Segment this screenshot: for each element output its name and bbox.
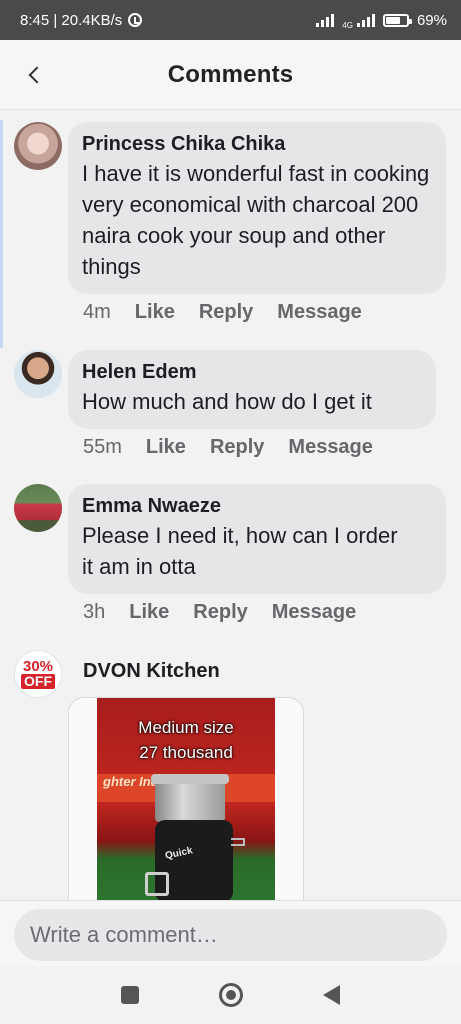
comment-composer-bar: Write a comment… xyxy=(0,900,461,966)
comment-bubble[interactable]: Helen Edem How much and how do I get it xyxy=(68,350,436,429)
avatar[interactable] xyxy=(14,484,62,532)
avatar[interactable] xyxy=(14,122,62,170)
reply-button[interactable]: Reply xyxy=(210,436,264,459)
battery-fill xyxy=(385,16,400,24)
avatar[interactable]: 30% OFF xyxy=(14,650,62,698)
comment-text: How much and how do I get it xyxy=(82,389,372,414)
status-right: 4G 69% xyxy=(316,10,447,30)
pot-shape xyxy=(155,780,225,822)
comment-text: I have it is wonderful fast in cooking v… xyxy=(82,161,430,279)
comment-time: 55m xyxy=(83,436,122,458)
comment-time: 3h xyxy=(83,601,106,623)
pot-lid-shape xyxy=(151,774,229,784)
message-button[interactable]: Message xyxy=(288,436,373,459)
page-title: Comments xyxy=(167,60,294,88)
comment-actions: 55m Like Reply Message xyxy=(83,436,373,459)
like-button[interactable]: Like xyxy=(135,301,175,324)
back-icon[interactable] xyxy=(323,985,340,1005)
comment-author[interactable]: Helen Edem xyxy=(82,360,422,384)
comment-time: 4m xyxy=(83,301,111,323)
status-left: 8:45 | 20.4KB/s xyxy=(20,11,143,29)
reply-button[interactable]: Reply xyxy=(199,301,253,324)
comment-input[interactable]: Write a comment… xyxy=(14,909,447,961)
comment-author[interactable]: Princess Chika Chika xyxy=(82,132,432,156)
battery-icon xyxy=(382,13,412,27)
stove-photo[interactable]: ghter Industrie Medium size 27 thousand … xyxy=(97,698,275,900)
network-type: 4G xyxy=(342,21,353,30)
message-button[interactable]: Message xyxy=(272,601,357,624)
comment-actions: 3h Like Reply Message xyxy=(83,601,356,624)
reply-button[interactable]: Reply xyxy=(193,601,247,624)
status-time-speed: 8:45 | 20.4KB/s xyxy=(20,11,123,29)
like-button[interactable]: Like xyxy=(146,436,186,459)
comment-bubble[interactable]: Emma Nwaeze Please I need it, how can I … xyxy=(68,484,446,594)
like-button[interactable]: Like xyxy=(129,601,169,624)
comment-image-card[interactable]: ghter Industrie Medium size 27 thousand … xyxy=(68,697,304,900)
signal-icon xyxy=(316,13,335,27)
status-bar: 8:45 | 20.4KB/s 4G 69% xyxy=(0,0,461,40)
photo-caption-line2: 27 thousand xyxy=(139,743,233,762)
photo-caption-line1: Medium size xyxy=(138,718,234,737)
system-nav-bar xyxy=(0,966,461,1024)
header: Comments xyxy=(0,40,461,110)
alarm-icon xyxy=(128,13,143,27)
highlight-indicator xyxy=(0,120,3,348)
comments-list[interactable]: Princess Chika Chika I have it is wonder… xyxy=(0,110,461,900)
signal-4g-icon xyxy=(356,13,375,27)
home-icon[interactable] xyxy=(219,983,243,1007)
message-button[interactable]: Message xyxy=(277,301,362,324)
recents-icon[interactable] xyxy=(121,986,139,1004)
back-arrow-icon[interactable] xyxy=(22,62,48,88)
stove-handle-shape xyxy=(231,838,245,846)
avatar[interactable] xyxy=(14,350,62,398)
avatar-badge-bottom: OFF xyxy=(21,673,55,689)
stove-logo: Quick xyxy=(164,845,194,862)
comment-author[interactable]: Emma Nwaeze xyxy=(82,494,432,518)
comment-author[interactable]: DVON Kitchen xyxy=(83,660,220,683)
comment-actions: 4m Like Reply Message xyxy=(83,301,362,324)
stove-base-shape xyxy=(145,872,169,896)
comment-bubble[interactable]: Princess Chika Chika I have it is wonder… xyxy=(68,122,446,294)
battery-percent: 69% xyxy=(416,11,447,29)
avatar-badge-top: 30% xyxy=(22,657,54,675)
comment-text: Please I need it, how can I order it am … xyxy=(82,523,398,579)
